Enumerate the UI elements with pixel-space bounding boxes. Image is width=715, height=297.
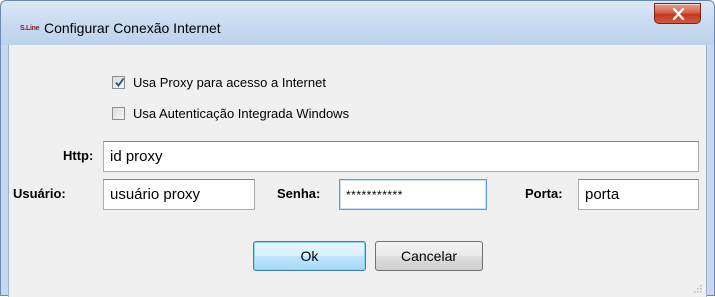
window-title: Configurar Conexão Internet — [44, 20, 221, 36]
cancel-button[interactable]: Cancelar — [375, 241, 483, 271]
http-input[interactable] — [103, 141, 699, 172]
resize-grip-icon[interactable] — [692, 283, 702, 293]
user-input[interactable] — [103, 179, 255, 210]
close-button[interactable] — [654, 3, 701, 24]
dialog-body: Usa Proxy para acesso a Internet Usa Aut… — [8, 45, 707, 297]
password-input[interactable] — [339, 179, 487, 210]
app-icon: S.Line — [20, 25, 40, 32]
port-label: Porta: — [525, 186, 563, 201]
close-icon — [672, 8, 685, 20]
title-bar[interactable]: S.Line Configurar Conexão Internet — [1, 1, 714, 45]
use-proxy-checkbox[interactable] — [112, 76, 125, 89]
user-label: Usuário: — [13, 186, 66, 201]
dialog-window: S.Line Configurar Conexão Internet Usa P… — [0, 0, 715, 297]
integrated-auth-checkbox[interactable] — [112, 107, 125, 120]
port-input[interactable] — [578, 179, 699, 210]
ok-button[interactable]: Ok — [253, 241, 366, 271]
password-label: Senha: — [277, 186, 321, 201]
http-label: Http: — [63, 148, 94, 163]
use-proxy-label[interactable]: Usa Proxy para acesso a Internet — [133, 75, 326, 90]
checkmark-icon — [115, 77, 125, 87]
integrated-auth-label[interactable]: Usa Autenticação Integrada Windows — [133, 106, 349, 121]
